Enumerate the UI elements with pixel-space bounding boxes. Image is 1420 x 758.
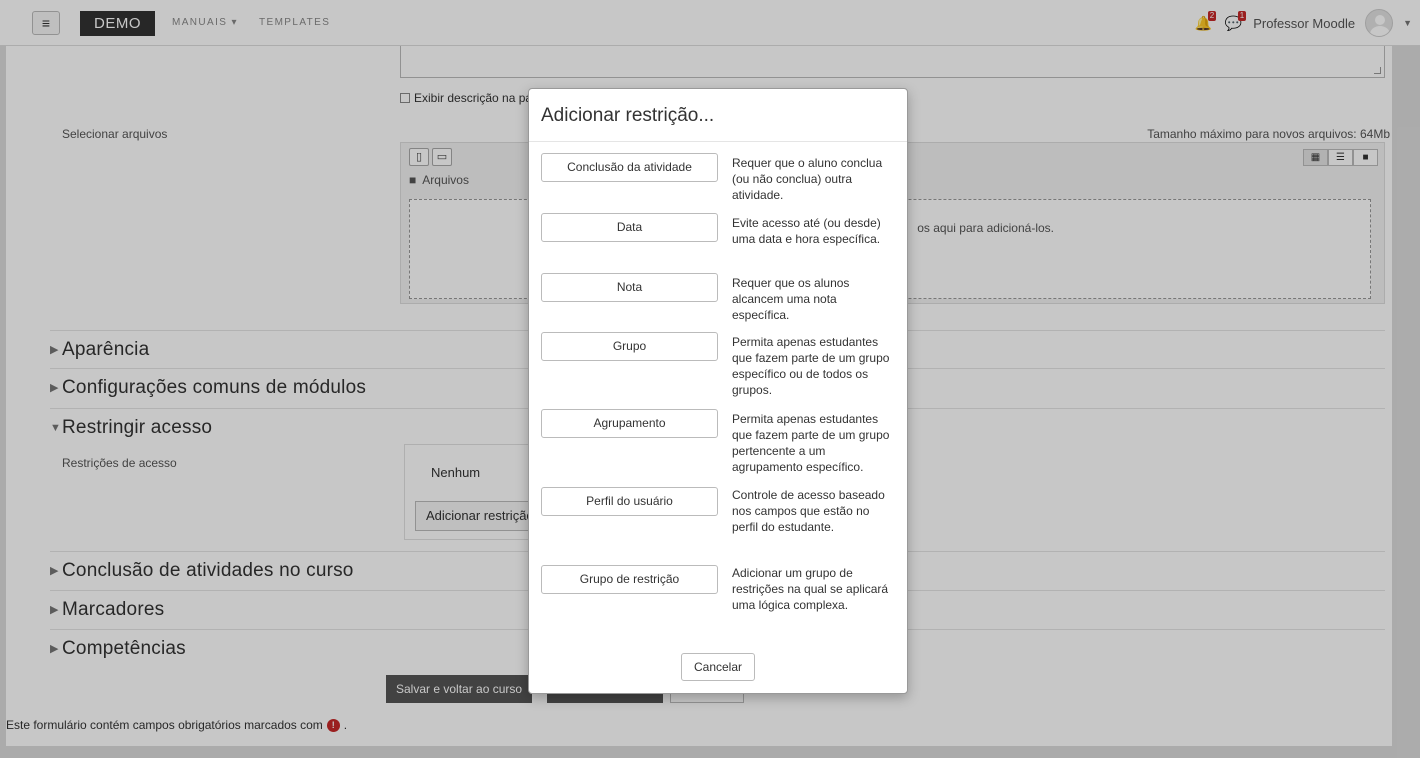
restriction-option-description: Permita apenas estudantes que fazem part… [732,412,890,474]
restriction-option-data-button[interactable]: Data [541,213,718,242]
dialog-title: Adicionar restrição... [541,105,715,126]
restriction-option-grupo-restricao-button[interactable]: Grupo de restrição [541,565,718,594]
restriction-option-perfil-usuario-button[interactable]: Perfil do usuário [541,487,718,516]
restriction-option-description: Requer que o aluno conclua (ou não concl… [732,156,883,202]
dialog-cancel-button[interactable]: Cancelar [681,653,755,681]
restriction-option-description: Requer que os alunos alcancem uma nota e… [732,276,850,322]
restriction-option-grupo-button[interactable]: Grupo [541,332,718,361]
restriction-option-description: Controle de acesso baseado nos campos qu… [732,488,885,534]
add-restriction-dialog: Adicionar restrição... Conclusão da ativ… [528,88,908,694]
restriction-option-description: Evite acesso até (ou desde) uma data e h… [732,216,881,246]
restriction-option-description: Adicionar um grupo de restrições na qual… [732,566,889,612]
restriction-option-conclusao-atividade-button[interactable]: Conclusão da atividade [541,153,718,182]
restriction-option-description: Permita apenas estudantes que fazem part… [732,335,890,397]
restriction-option-nota-button[interactable]: Nota [541,273,718,302]
dialog-divider [529,141,907,142]
restriction-option-agrupamento-button[interactable]: Agrupamento [541,409,718,438]
